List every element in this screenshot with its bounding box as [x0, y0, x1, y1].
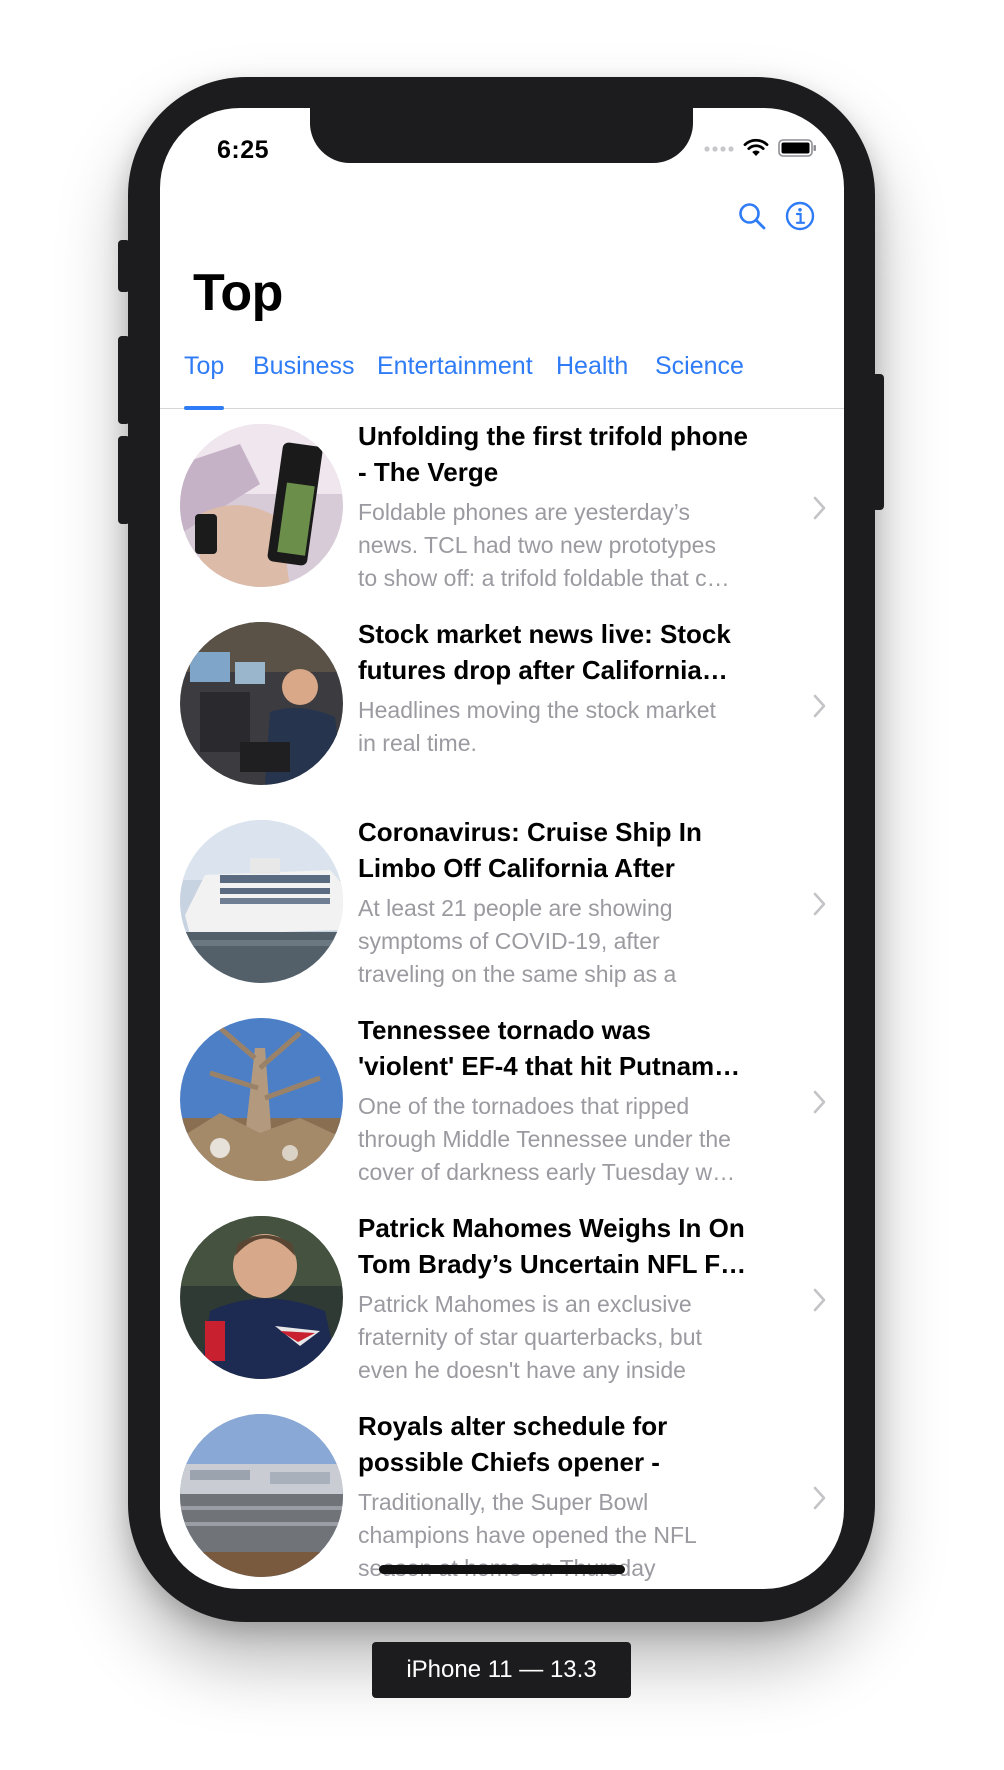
mute-switch — [118, 240, 130, 292]
info-icon[interactable] — [784, 200, 816, 232]
search-icon[interactable] — [736, 200, 768, 232]
article-thumbnail — [180, 424, 343, 587]
article-summary: Headlines moving the stock market in rea… — [358, 697, 716, 756]
tab-label: Business — [253, 352, 355, 380]
wifi-icon — [743, 138, 769, 163]
article-thumbnail — [180, 1018, 343, 1181]
article-summary: At least 21 people are showing symptoms … — [358, 895, 677, 987]
article-thumbnail — [180, 1216, 343, 1379]
tab-label: Entertainment — [377, 352, 533, 380]
article-headline: Unfolding the first trifold phone - The … — [358, 421, 748, 487]
chevron-right-icon — [813, 1090, 826, 1114]
list-item[interactable]: Unfolding the first trifold phone - The … — [160, 410, 844, 608]
list-item[interactable]: Royals alter schedule for possible Chief… — [160, 1400, 844, 1589]
article-headline: Coronavirus: Cruise Ship In Limbo Off Ca… — [358, 817, 702, 883]
article-summary: Patrick Mahomes is an exclusive fraterni… — [358, 1291, 702, 1383]
list-item[interactable]: Patrick Mahomes Weighs In On Tom Brady’s… — [160, 1202, 844, 1400]
article-headline: Tennessee tornado was 'violent' EF-4 tha… — [358, 1015, 741, 1081]
article-thumbnail — [180, 1414, 343, 1577]
article-thumbnail — [180, 820, 343, 983]
article-summary: Foldable phones are yesterday’s news. TC… — [358, 499, 730, 591]
tab-science[interactable]: Science — [655, 352, 744, 408]
category-tabs: Top Business Entertainment Health Scienc… — [160, 352, 844, 410]
list-item[interactable]: Coronavirus: Cruise Ship In Limbo Off Ca… — [160, 806, 844, 1004]
status-time: 6:25 — [217, 136, 270, 164]
article-headline: Patrick Mahomes Weighs In On Tom Brady’s… — [358, 1213, 747, 1279]
article-headline: Royals alter schedule for possible Chief… — [358, 1411, 668, 1477]
tab-health[interactable]: Health — [556, 352, 628, 408]
volume-down-button — [118, 436, 130, 524]
signal-dots-icon — [704, 141, 734, 159]
chevron-right-icon — [813, 892, 826, 916]
article-summary: One of the tornadoes that ripped through… — [358, 1093, 736, 1185]
tab-business[interactable]: Business — [253, 352, 354, 408]
chevron-right-icon — [813, 1486, 826, 1510]
battery-icon — [778, 138, 818, 163]
device-label: iPhone 11 — 13.3 — [372, 1642, 631, 1698]
list-item[interactable]: Stock market news live: Stock futures dr… — [160, 608, 844, 806]
home-indicator[interactable] — [379, 1565, 625, 1574]
chevron-right-icon — [813, 1288, 826, 1312]
chevron-right-icon — [813, 496, 826, 520]
list-item[interactable]: Tennessee tornado was 'violent' EF-4 tha… — [160, 1004, 844, 1202]
tab-label: Science — [655, 352, 744, 380]
chevron-right-icon — [813, 694, 826, 718]
article-thumbnail — [180, 622, 343, 785]
simulator-stage: 6:25 Top Top Business Entertainment Heal… — [0, 0, 1004, 1770]
tab-label: Top — [184, 352, 225, 380]
page-title: Top — [193, 264, 283, 322]
tab-label: Health — [556, 352, 629, 380]
article-headline: Stock market news live: Stock futures dr… — [358, 619, 731, 685]
notch — [310, 108, 693, 163]
nav-bar-actions — [736, 200, 816, 232]
tab-top[interactable]: Top — [184, 352, 224, 408]
screen: 6:25 Top Top Business Entertainment Heal… — [160, 108, 844, 1589]
tab-entertainment[interactable]: Entertainment — [377, 352, 533, 408]
power-button — [872, 374, 884, 510]
status-indicators — [704, 138, 818, 162]
volume-up-button — [118, 336, 130, 424]
